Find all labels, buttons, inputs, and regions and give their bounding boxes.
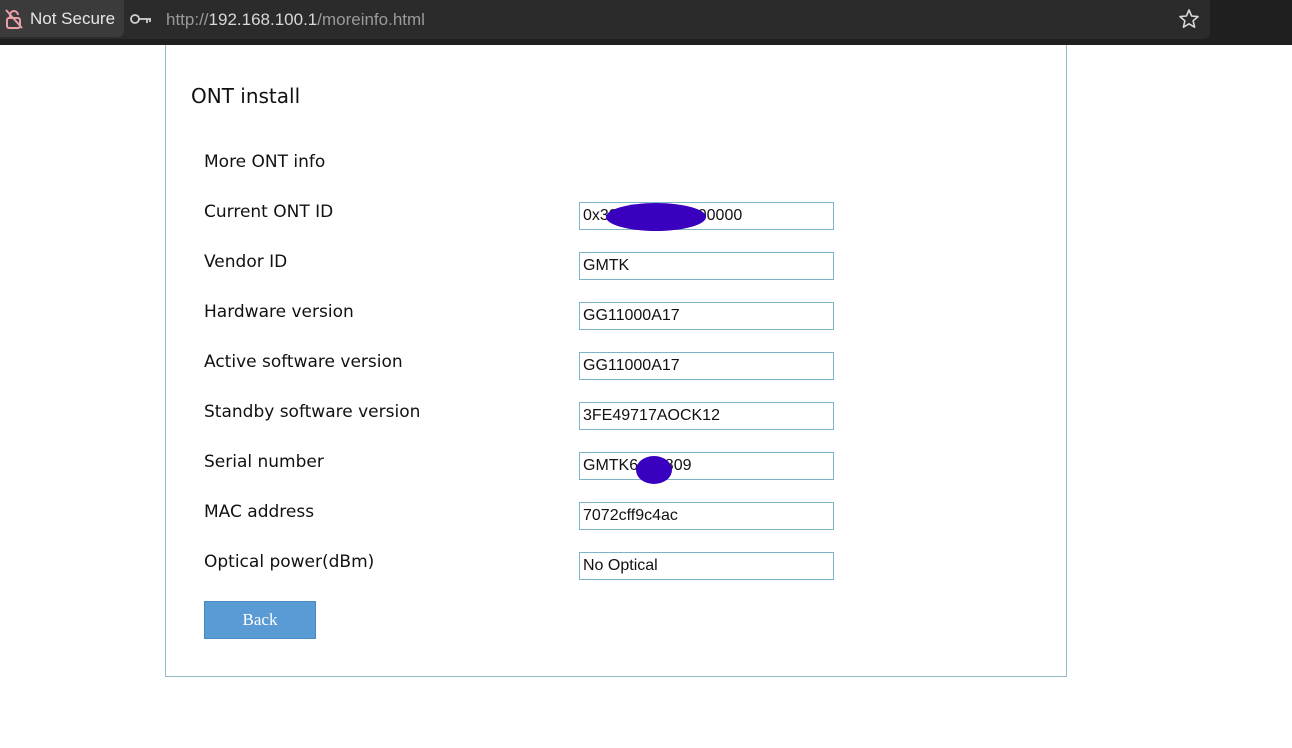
- broken-lock-icon: [5, 9, 23, 29]
- page-title: ONT install: [191, 84, 301, 108]
- redaction-mark: [636, 456, 672, 484]
- site-security-chip[interactable]: Not Secure: [0, 0, 124, 37]
- url-path: /moreinfo.html: [317, 10, 425, 29]
- optical-power-field[interactable]: [579, 552, 834, 580]
- url-text[interactable]: http://192.168.100.1/moreinfo.html: [166, 10, 425, 30]
- ont-install-panel: ONT install More ONT info Current ONT ID…: [165, 45, 1067, 677]
- url-prefix: http://: [166, 10, 209, 29]
- serial-number-field[interactable]: [579, 452, 834, 480]
- url-host: 192.168.100.1: [208, 10, 318, 29]
- label-serial-number: Serial number: [204, 452, 324, 472]
- label-active-software-version: Active software version: [204, 352, 403, 372]
- address-bar[interactable]: Not Secure http://192.168.100.1/moreinfo…: [0, 0, 1210, 39]
- hardware-version-field[interactable]: [579, 302, 834, 330]
- back-button[interactable]: Back: [204, 601, 316, 639]
- redaction-mark: [606, 203, 706, 231]
- active-software-version-field[interactable]: [579, 352, 834, 380]
- section-title: More ONT info: [204, 152, 326, 172]
- label-optical-power: Optical power(dBm): [204, 552, 375, 572]
- label-mac-address: MAC address: [204, 502, 315, 522]
- label-vendor-id: Vendor ID: [204, 252, 288, 272]
- label-standby-software-version: Standby software version: [204, 402, 421, 422]
- label-current-ont-id: Current ONT ID: [204, 202, 334, 222]
- label-hardware-version: Hardware version: [204, 302, 354, 322]
- security-label: Not Secure: [30, 9, 116, 28]
- key-icon[interactable]: [130, 10, 152, 28]
- browser-toolbar: Not Secure http://192.168.100.1/moreinfo…: [0, 0, 1292, 45]
- vendor-id-field[interactable]: [579, 252, 834, 280]
- standby-software-version-field[interactable]: [579, 402, 834, 430]
- star-icon[interactable]: [1178, 8, 1200, 30]
- mac-address-field[interactable]: [579, 502, 834, 530]
